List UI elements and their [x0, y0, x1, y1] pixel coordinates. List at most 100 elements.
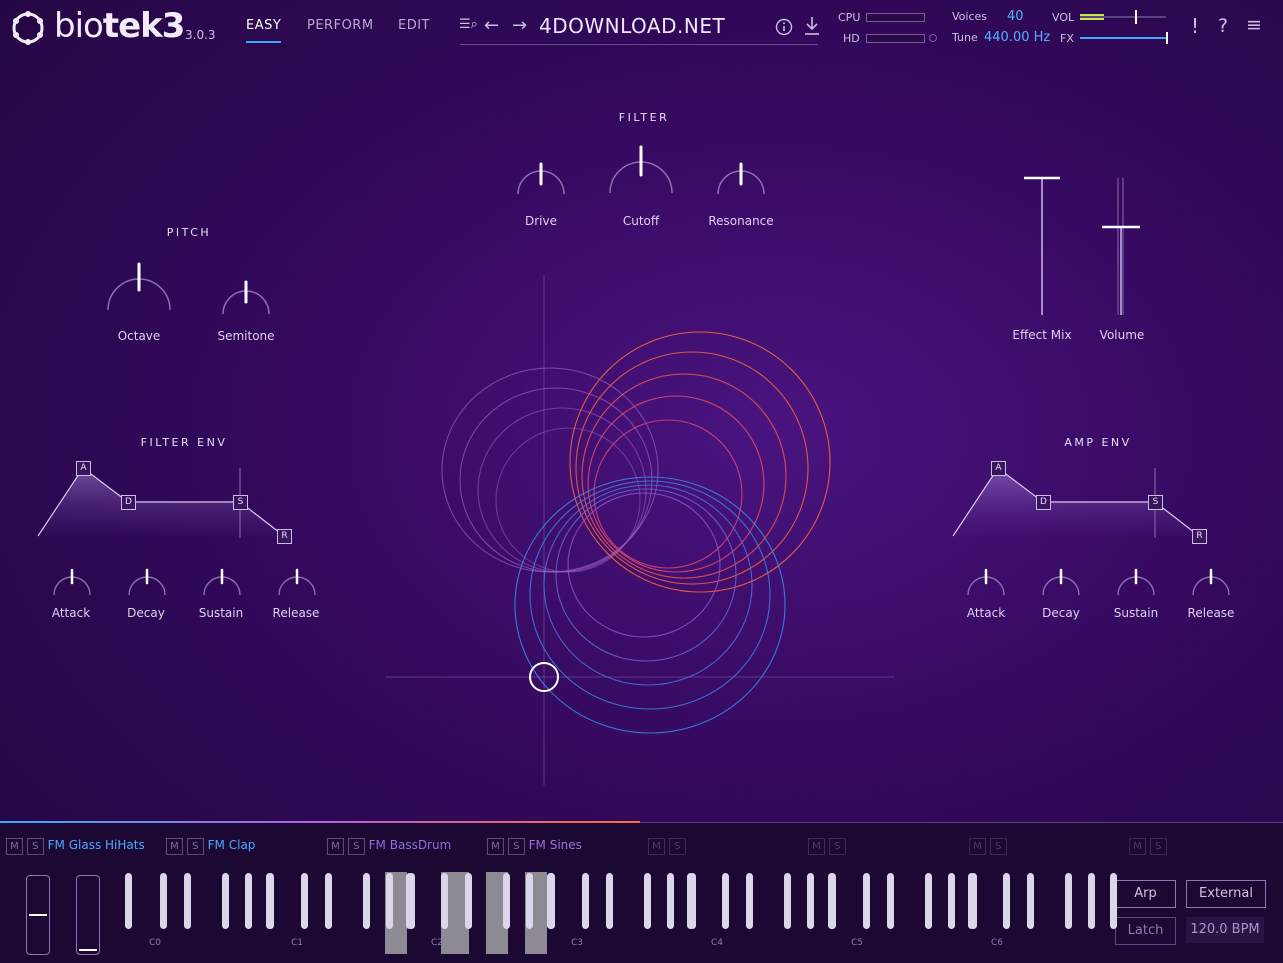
- piano-key[interactable]: [746, 873, 753, 929]
- piano-key[interactable]: [1003, 873, 1010, 929]
- piano-key[interactable]: [722, 873, 729, 929]
- volume-label[interactable]: Volume: [1072, 328, 1172, 342]
- tab-easy[interactable]: EASY: [246, 18, 282, 43]
- piano-key[interactable]: [300, 873, 308, 929]
- track-4-mute-button[interactable]: M: [487, 838, 504, 855]
- semitone-knob[interactable]: [218, 270, 274, 316]
- amp-attack-knob[interactable]: [964, 561, 1008, 597]
- fx-slider-handle[interactable]: [1166, 32, 1168, 44]
- tab-edit[interactable]: EDIT: [398, 18, 430, 33]
- menu-icon[interactable]: ≡: [1246, 14, 1262, 36]
- piano-key[interactable]: [324, 873, 332, 929]
- filter-env-point-r[interactable]: R: [277, 529, 292, 544]
- filter-decay-knob[interactable]: [125, 561, 169, 597]
- track-3-solo-button[interactable]: S: [347, 838, 365, 855]
- arp-button[interactable]: Arp: [1115, 880, 1176, 908]
- resonance-knob[interactable]: [713, 156, 769, 196]
- piano-key[interactable]: [265, 873, 273, 929]
- piano-key[interactable]: [784, 873, 791, 929]
- piano-key[interactable]: [406, 873, 413, 929]
- preset-name[interactable]: 4DOWNLOAD.NET: [539, 14, 725, 38]
- piano-key[interactable]: [385, 873, 393, 929]
- piano-key[interactable]: [465, 873, 472, 929]
- track-8[interactable]: M S: [1129, 838, 1167, 855]
- piano-key[interactable]: [1065, 873, 1072, 929]
- track-1-solo-button[interactable]: S: [26, 838, 44, 855]
- piano-key[interactable]: [687, 873, 694, 929]
- track-7-mute-button[interactable]: M: [969, 838, 986, 855]
- voices-value[interactable]: 40: [1007, 9, 1024, 24]
- track-8-mute-button[interactable]: M: [1129, 838, 1146, 855]
- filter-env-point-d[interactable]: D: [121, 495, 136, 510]
- amp-env-point-a[interactable]: A: [991, 461, 1006, 476]
- cutoff-knob[interactable]: [604, 137, 678, 195]
- track-4-solo-button[interactable]: S: [507, 838, 525, 855]
- track-3-mute-button[interactable]: M: [327, 838, 344, 855]
- piano-key[interactable]: [666, 873, 674, 929]
- amp-env-point-s[interactable]: S: [1148, 495, 1163, 510]
- filter-env-point-a[interactable]: A: [76, 461, 91, 476]
- piano-key[interactable]: [441, 873, 448, 929]
- orbit-visualizer[interactable]: [380, 270, 900, 790]
- octave-knob[interactable]: [102, 252, 176, 312]
- amp-env-point-d[interactable]: D: [1036, 495, 1051, 510]
- piano-key[interactable]: [526, 873, 533, 929]
- piano-key[interactable]: [862, 873, 870, 929]
- info-icon[interactable]: [775, 18, 793, 36]
- mod-wheel[interactable]: [76, 875, 100, 955]
- piano-key[interactable]: [125, 873, 132, 929]
- prev-preset-icon[interactable]: ←: [484, 15, 499, 36]
- piano-key[interactable]: [1027, 873, 1034, 929]
- piano-key[interactable]: [605, 873, 613, 929]
- track-3[interactable]: M S FM BassDrum: [327, 838, 451, 855]
- amp-sustain-knob[interactable]: [1114, 561, 1158, 597]
- filter-release-knob[interactable]: [275, 561, 319, 597]
- track-5-solo-button[interactable]: S: [668, 838, 686, 855]
- track-6-mute-button[interactable]: M: [808, 838, 825, 855]
- piano-key[interactable]: [886, 873, 894, 929]
- piano-key[interactable]: [184, 873, 191, 929]
- track-5[interactable]: M S: [648, 838, 686, 855]
- piano-key[interactable]: [546, 873, 554, 929]
- bpm-display[interactable]: 120.0 BPM: [1186, 917, 1264, 943]
- piano-key[interactable]: [503, 873, 510, 929]
- external-button[interactable]: External: [1186, 880, 1266, 908]
- track-8-solo-button[interactable]: S: [1149, 838, 1167, 855]
- piano-key[interactable]: [245, 873, 252, 929]
- piano-key[interactable]: [362, 873, 370, 929]
- track-1-mute-button[interactable]: M: [6, 838, 23, 855]
- piano-key[interactable]: [222, 873, 229, 929]
- amp-release-knob[interactable]: [1189, 561, 1233, 597]
- track-2-solo-button[interactable]: S: [186, 838, 204, 855]
- filter-attack-knob[interactable]: [50, 561, 94, 597]
- track-1[interactable]: M S FM Glass HiHats: [6, 838, 145, 855]
- tab-perform[interactable]: PERFORM: [307, 18, 374, 33]
- track-7-solo-button[interactable]: S: [989, 838, 1007, 855]
- piano-key[interactable]: [807, 873, 814, 929]
- filter-env-graph[interactable]: [30, 458, 300, 548]
- download-icon[interactable]: [803, 15, 821, 37]
- tune-value[interactable]: 440.00 Hz: [984, 30, 1050, 45]
- filter-sustain-knob[interactable]: [200, 561, 244, 597]
- piano-key[interactable]: [968, 873, 975, 929]
- piano-key[interactable]: [1110, 873, 1117, 929]
- piano-key[interactable]: [1088, 873, 1095, 929]
- track-2-mute-button[interactable]: M: [166, 838, 183, 855]
- piano-key[interactable]: [924, 873, 932, 929]
- track-4[interactable]: M S FM Sines: [487, 838, 582, 855]
- track-6[interactable]: M S: [808, 838, 846, 855]
- drive-knob[interactable]: [513, 156, 569, 196]
- amp-env-graph[interactable]: [945, 458, 1215, 548]
- next-preset-icon[interactable]: →: [512, 15, 527, 36]
- piano-key[interactable]: [947, 873, 955, 929]
- track-6-solo-button[interactable]: S: [828, 838, 846, 855]
- latch-button[interactable]: Latch: [1115, 917, 1176, 945]
- vol-slider-handle[interactable]: [1135, 10, 1137, 24]
- piano-key[interactable]: [581, 873, 589, 929]
- filter-env-point-s[interactable]: S: [233, 495, 248, 510]
- track-7[interactable]: M S: [969, 838, 1007, 855]
- fx-slider[interactable]: [1080, 37, 1168, 39]
- piano-key[interactable]: [827, 873, 835, 929]
- help-icon[interactable]: ?: [1218, 15, 1228, 37]
- pitch-wheel[interactable]: [26, 875, 50, 955]
